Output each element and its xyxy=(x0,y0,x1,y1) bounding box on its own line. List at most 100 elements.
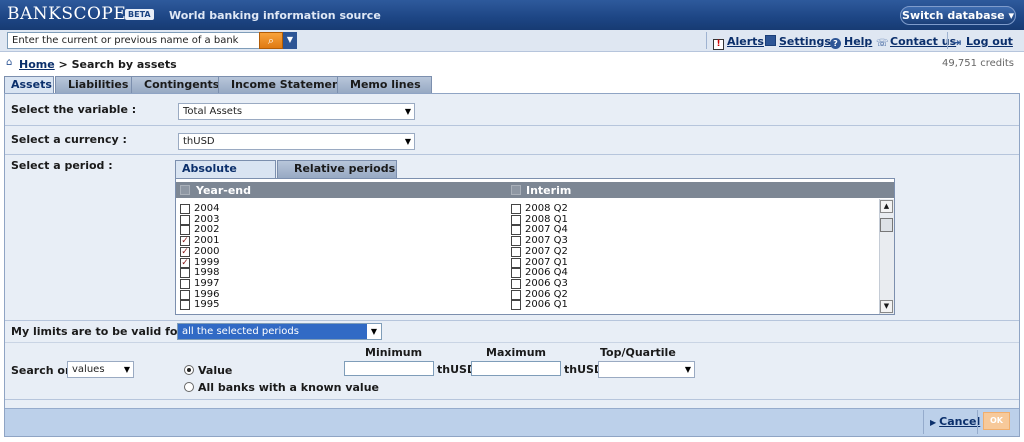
year-end-item-checkbox[interactable] xyxy=(180,278,190,289)
interim-item-checkbox[interactable] xyxy=(511,300,521,311)
contact-icon: ☏ xyxy=(876,38,889,49)
year-end-item-label: 1996 xyxy=(194,288,220,300)
interim-item-checkbox[interactable] xyxy=(511,278,521,289)
toolbar-separator xyxy=(947,32,948,49)
maximum-input[interactable] xyxy=(471,361,561,376)
currency-label: Select a currency : xyxy=(11,133,127,146)
year-end-item-label: 1999 xyxy=(194,256,220,268)
tab-assets[interactable]: Assets xyxy=(4,76,54,93)
bank-search-input[interactable]: Enter the current or previous name of a … xyxy=(7,32,260,49)
home-icon[interactable]: ⌂ xyxy=(6,57,12,68)
cancel-button[interactable]: ▶ Cancel xyxy=(930,415,980,428)
interim-item-checkbox[interactable] xyxy=(511,225,521,236)
alerts-link[interactable]: ! Alerts xyxy=(713,35,764,50)
tab-contingents[interactable]: Contingents xyxy=(131,76,222,93)
scroll-up-icon[interactable]: ▲ xyxy=(880,200,893,213)
interim-item-label: 2007 Q1 xyxy=(525,256,568,268)
year-end-item-checkbox[interactable] xyxy=(180,268,190,279)
year-end-item-label: 2003 xyxy=(194,213,220,225)
tab-income-statement[interactable]: Income Statement xyxy=(218,76,345,93)
toolbar-separator xyxy=(706,32,707,49)
year-end-item-checkbox[interactable] xyxy=(180,289,190,300)
search-icon[interactable]: ⌕ xyxy=(259,32,283,49)
alert-icon: ! xyxy=(713,39,724,50)
interim-item-checkbox[interactable] xyxy=(511,204,521,214)
minimum-input[interactable] xyxy=(344,361,434,376)
contact-link[interactable]: ☏Contact us xyxy=(876,35,956,50)
logout-link[interactable]: ⇥ Log out xyxy=(952,35,1013,49)
all-banks-radio-label: All banks with a known value xyxy=(198,381,379,394)
currency-value: thUSD xyxy=(183,136,215,147)
tab-absolute-periods[interactable]: Absolute periods xyxy=(175,160,276,191)
year-end-item-checkbox[interactable] xyxy=(180,225,190,236)
interim-item-label: 2006 Q2 xyxy=(525,288,568,300)
period-label: Select a period : xyxy=(11,159,113,172)
settings-icon xyxy=(765,35,776,46)
year-end-item-checkbox[interactable] xyxy=(180,204,190,214)
maximum-header: Maximum xyxy=(486,346,546,359)
interim-item-label: 2007 Q2 xyxy=(525,245,568,257)
help-label: Help xyxy=(844,35,873,48)
year-end-item-checkbox[interactable]: ✓ xyxy=(180,236,190,247)
dropdown-icon[interactable]: ▼ xyxy=(283,32,297,49)
settings-link[interactable]: Settings xyxy=(765,35,831,48)
year-end-item-checkbox[interactable]: ✓ xyxy=(180,246,190,257)
value-radio-label: Value xyxy=(198,364,233,377)
scrollbar-thumb[interactable] xyxy=(880,218,893,232)
switch-database-button[interactable]: Switch database ▾ xyxy=(900,6,1016,25)
breadcrumb: Home > Search by assets xyxy=(19,58,177,71)
variable-value: Total Assets xyxy=(183,106,243,117)
minimum-header: Minimum xyxy=(365,346,423,359)
currency-select[interactable]: thUSD ▼ xyxy=(178,133,415,150)
limits-value: all the selected periods xyxy=(182,326,299,337)
credits-count: 49,751 credits xyxy=(942,58,1014,69)
logout-icon: ⇥ xyxy=(952,36,962,49)
all-banks-radio[interactable] xyxy=(184,382,194,392)
breadcrumb-home-link[interactable]: Home xyxy=(19,58,55,71)
variable-select[interactable]: Total Assets ▼ xyxy=(178,103,415,120)
value-radio[interactable] xyxy=(184,365,194,375)
top-banner xyxy=(0,0,1024,30)
variable-label: Select the variable : xyxy=(11,103,137,116)
year-end-item-label: 1998 xyxy=(194,267,220,279)
ok-button[interactable]: OK xyxy=(983,412,1010,430)
year-end-item-label: 2000 xyxy=(194,245,220,257)
interim-item-checkbox[interactable] xyxy=(511,257,521,268)
search-on-label: Search on xyxy=(11,364,73,377)
limits-label: My limits are to be valid for xyxy=(11,325,183,338)
help-link[interactable]: ? Help xyxy=(830,35,872,49)
interim-item-label: 2006 Q1 xyxy=(525,299,568,311)
footer-separator xyxy=(923,410,924,434)
interim-item-checkbox[interactable] xyxy=(511,289,521,300)
chevron-down-icon: ▼ xyxy=(684,365,691,374)
interim-item-checkbox[interactable] xyxy=(511,246,521,257)
footer-separator xyxy=(977,410,978,434)
chevron-down-icon: ▼ xyxy=(404,107,411,116)
year-end-item-checkbox[interactable] xyxy=(180,300,190,311)
interim-item-checkbox[interactable] xyxy=(511,268,521,279)
tab-liabilities[interactable]: Liabilities xyxy=(55,76,135,93)
interim-header: Interim xyxy=(526,184,572,197)
divider xyxy=(5,125,1019,126)
tab-bar: Assets Liabilities Contingents Income St… xyxy=(4,76,1020,93)
scroll-down-icon[interactable]: ▼ xyxy=(880,300,893,313)
select-all-interim-checkbox[interactable] xyxy=(511,185,521,195)
switch-database-label: Switch database xyxy=(902,9,1005,22)
interim-item-label: 2008 Q2 xyxy=(525,203,568,214)
period-scrollbar[interactable] xyxy=(879,199,894,314)
year-end-item-checkbox[interactable] xyxy=(180,214,190,225)
breadcrumb-current: > Search by assets xyxy=(58,58,177,71)
limits-select[interactable]: all the selected periods ▼ xyxy=(177,323,382,340)
alerts-label: Alerts xyxy=(727,35,764,48)
year-end-item-checkbox[interactable]: ✓ xyxy=(180,257,190,268)
year-end-header: Year-end xyxy=(196,184,251,197)
interim-item-checkbox[interactable] xyxy=(511,214,521,225)
divider xyxy=(5,342,1019,343)
top-quartile-select[interactable]: ▼ xyxy=(598,361,695,378)
select-all-year-end-checkbox[interactable] xyxy=(180,185,190,195)
tab-memo-lines[interactable]: Memo lines xyxy=(337,76,432,93)
tab-relative-periods[interactable]: Relative periods xyxy=(277,160,397,178)
brand-logo[interactable]: BANKSCOPE xyxy=(7,4,126,24)
interim-item-checkbox[interactable] xyxy=(511,236,521,247)
search-on-select[interactable]: values ▼ xyxy=(67,361,134,378)
